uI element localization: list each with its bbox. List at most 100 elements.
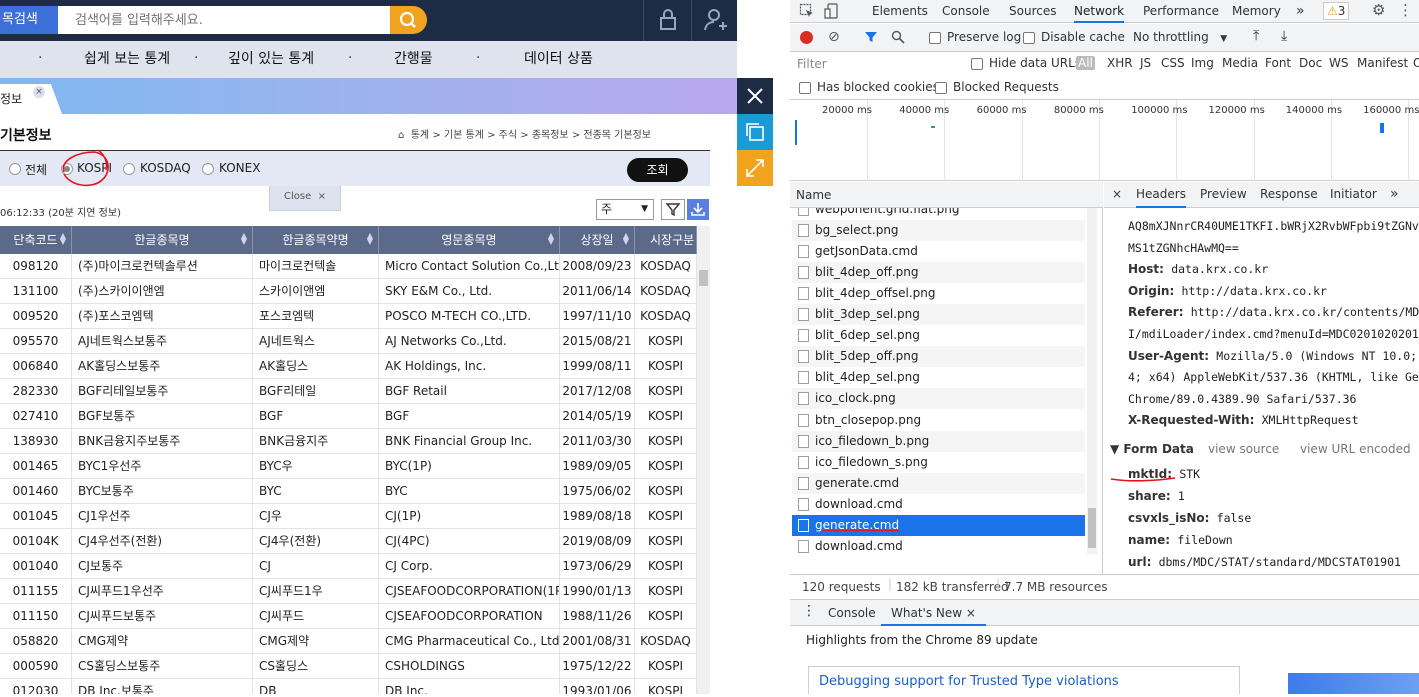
network-timeline[interactable]: 20000 ms 40000 ms 60000 ms 80000 ms 100000 m… [790,100,1419,181]
download-button[interactable] [687,199,709,220]
request-row[interactable]: blit_5dep_off.png [792,346,1085,368]
filter-type-font[interactable]: Font [1265,56,1291,70]
request-row[interactable]: generate.cmd [792,472,1085,494]
request-row[interactable]: download.cmd [792,494,1085,515]
request-row[interactable]: generate.cmd [792,514,1085,536]
request-list-scrollbar[interactable] [1087,208,1097,554]
tab-close-icon[interactable]: × [33,86,45,98]
nav-item-data-products[interactable]: 데이터 상품 [524,41,593,78]
preserve-log-checkbox[interactable] [929,32,941,44]
home-icon[interactable]: ⌂ [398,130,404,141]
tab-console[interactable]: Console [942,0,990,23]
table-row[interactable]: 098120 (주)마이크로컨텍솔루션 마이크로컨텍솔 Micro Contact S… [0,254,697,279]
nav-item-easy-stats[interactable]: 쉽게 보는 통계 [84,41,170,78]
table-row[interactable]: 138930 BNK금융지주보통주 BNK금융지주 BNK Financial Gro… [0,429,697,454]
radio-kosdaq[interactable] [123,163,135,175]
detail-close-icon[interactable]: × [1112,182,1122,208]
more-tabs-icon[interactable]: » [1390,182,1399,208]
filter-type-xhr[interactable]: XHR [1107,56,1133,70]
breadcrumb-item[interactable]: 주식 [499,130,517,141]
unit-select[interactable]: 주 ▼ [596,199,654,220]
col-header-short-name[interactable]: 한글종목약명 ▲ ▼ [253,226,379,254]
detail-tab-response[interactable]: Response [1260,182,1318,208]
device-toolbar-icon[interactable] [824,3,840,19]
lock-icon-button[interactable] [643,0,691,41]
grid-scrollbar[interactable] [697,226,710,694]
close-toggle[interactable]: Close × [269,186,341,211]
table-row[interactable]: 058820 CMG제약 CMG제약 CMG Pharmaceutical Co., … [0,629,697,654]
tab-network[interactable]: Network [1074,0,1125,23]
request-row[interactable]: blit_3dep_sel.png [792,304,1085,326]
radio-all[interactable] [9,163,21,175]
request-row[interactable]: bg_select.png [792,220,1085,242]
filter-type-js[interactable]: JS [1140,56,1151,70]
search-button[interactable] [390,6,427,34]
radio-konex[interactable] [202,163,214,175]
disable-cache-checkbox[interactable] [1023,32,1035,44]
tab-performance[interactable]: Performance [1143,0,1219,23]
col-header-listing-date[interactable]: 상장일 ▲ ▼ [560,226,635,254]
clear-icon[interactable]: ⊘ [828,29,840,45]
request-row[interactable]: blit_4dep_sel.png [792,367,1085,388]
filter-type-img[interactable]: Img [1191,56,1214,70]
table-row[interactable]: 00104K CJ4우선주(전환) CJ4우(전환) CJ(4PC) 2019/08/0… [0,529,697,554]
record-icon[interactable] [800,31,813,44]
expand-button[interactable] [737,150,773,186]
table-row[interactable]: 011150 CJ씨푸드보통주 CJ씨푸드 CJSEAFOODCORPORATION 1… [0,604,697,629]
breadcrumb-item[interactable]: 종목정보 [532,130,569,141]
settings-gear-icon[interactable]: ⚙ [1372,1,1385,19]
view-source-link[interactable]: view source [1208,442,1279,456]
table-row[interactable]: 131100 (주)스카이이앤엠 스카이이앤엠 SKY E&M Co., Ltd. 20… [0,279,697,304]
detail-tab-initiator[interactable]: Initiator [1330,182,1377,208]
filter-input[interactable]: Filter [797,57,827,71]
whats-new-link[interactable]: Debugging support for Trusted Type viola… [808,666,1240,694]
request-row[interactable]: blit_6dep_sel.png [792,325,1085,346]
filter-type-doc[interactable]: Doc [1299,56,1322,70]
search-input[interactable] [58,6,390,34]
table-row[interactable]: 095570 AJ네트웍스보통주 AJ네트웍스 AJ Networks Co.,Ltd… [0,329,697,354]
col-header-name[interactable]: 한글종목명 ▲ ▼ [72,226,253,254]
search-category-button[interactable]: 목검색 [0,6,58,34]
scrollbar-thumb[interactable] [1088,508,1096,548]
search-icon[interactable] [891,30,905,44]
breadcrumb-item[interactable]: 통계 [411,130,429,141]
filter-type-all[interactable]: All [1076,56,1095,70]
filter-type-media[interactable]: Media [1222,56,1258,70]
request-row[interactable]: blit_4dep_off.png [792,262,1085,284]
drawer-close-icon[interactable]: × [966,606,976,620]
breadcrumb-item[interactable]: 기본 통계 [444,130,484,141]
drawer-tab-whats-new[interactable]: What's New × [881,600,986,626]
table-row[interactable]: 001045 CJ1우선주 CJ우 CJ(1P) 1989/08/18 KOSPI [0,504,697,529]
user-add-icon-button[interactable] [691,0,737,41]
tab-basic-info[interactable]: 정보 [0,84,62,114]
request-row[interactable]: ico_filedown_s.png [792,452,1085,473]
table-row[interactable]: 011155 CJ씨푸드1우선주 CJ씨푸드1우 CJSEAFOODCORPORATI… [0,579,697,604]
nav-item-publications[interactable]: 간행물 [394,41,433,78]
table-row[interactable]: 001465 BYC1우선주 BYC우 BYC(1P) 1989/09/05 KOSPI [0,454,697,479]
request-row[interactable]: blit_4dep_offsel.png [792,283,1085,304]
blocked-requests-checkbox[interactable] [935,82,947,94]
request-row[interactable]: ico_clock.png [792,388,1085,410]
form-data-title[interactable]: ▼ Form Data [1110,442,1194,456]
nav-item-deep-stats[interactable]: 깊이 있는 통계 [228,41,314,78]
warnings-badge[interactable]: ⚠3 [1323,2,1350,20]
tab-memory[interactable]: Memory [1232,0,1281,23]
table-row[interactable]: 027410 BGF보통주 BGF BGF 2014/05/19 KOSPI [0,404,697,429]
table-row[interactable]: 282330 BGF리테일보통주 BGF리테일 BGF Retail 2017/12/0… [0,379,697,404]
col-header-market[interactable]: 시장구분 [635,226,697,254]
more-tabs-icon[interactable]: » [1296,0,1305,23]
blocked-cookies-checkbox[interactable] [799,82,811,94]
table-row[interactable]: 009520 (주)포스코엠텍 포스코엠텍 POSCO M-TECH CO.,LTD.… [0,304,697,329]
col-header-eng-name[interactable]: 영문종목명 ▲ ▼ [379,226,560,254]
hide-data-urls-checkbox[interactable] [971,58,983,70]
name-column-header[interactable]: Name [790,182,1103,208]
table-row[interactable]: 001040 CJ보통주 CJ CJ Corp. 1973/06/29 KOSPI [0,554,697,579]
menu-kebab-icon[interactable]: ⋮ [1398,1,1413,19]
table-row[interactable]: 012030 DB Inc.보통주 DB DB Inc. 1993/01/06 KOSPI [0,679,697,694]
throttling-select[interactable]: No throttling ▼ [1133,30,1227,44]
table-row[interactable]: 000590 CS홀딩스보통주 CS홀딩스 CSHOLDINGS 1975/12/22 K… [0,654,697,679]
inquiry-button[interactable]: 조회 [627,158,688,182]
request-row[interactable]: btn_closepop.png [792,410,1085,431]
scrollbar-thumb[interactable] [699,270,708,286]
request-row[interactable]: ico_filedown_b.png [792,430,1085,452]
